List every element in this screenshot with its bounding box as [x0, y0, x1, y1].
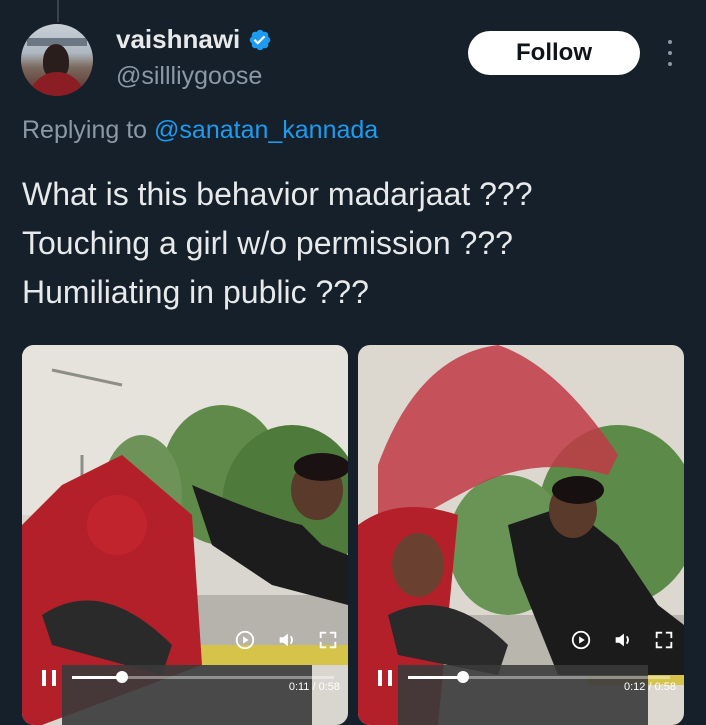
volume-icon[interactable] — [612, 629, 634, 651]
tweet-text-line: What is this behavior madarjaat ??? — [22, 176, 533, 212]
video-progress-handle[interactable] — [457, 671, 470, 683]
video-progress-handle[interactable] — [115, 671, 128, 683]
volume-icon[interactable] — [276, 629, 298, 651]
fullscreen-icon[interactable] — [317, 629, 339, 651]
fullscreen-icon[interactable] — [653, 629, 675, 651]
tweet-text: What is this behavior madarjaat ??? Touc… — [22, 170, 532, 317]
replay-icon[interactable] — [234, 629, 256, 651]
video-progress-track[interactable] — [408, 676, 670, 679]
video-progress-fill — [408, 676, 464, 679]
reply-context: Replying to @sanatan_kannada — [22, 116, 378, 145]
tweet-text-line: Humiliating in public ??? — [22, 274, 369, 310]
display-name[interactable]: vaishnawi — [116, 24, 240, 55]
author-name-row[interactable]: vaishnawi — [116, 24, 272, 55]
replay-icon[interactable] — [570, 629, 592, 651]
reply-mention-link[interactable]: @sanatan_kannada — [154, 116, 378, 144]
pause-icon[interactable] — [42, 670, 56, 686]
video-frame-1 — [22, 345, 348, 725]
verified-badge-icon — [250, 29, 271, 50]
video-progress-fill — [72, 676, 122, 679]
pause-icon[interactable] — [378, 670, 392, 686]
video-progress-track[interactable] — [72, 676, 334, 679]
author-handle[interactable]: @sillliygoose — [116, 62, 262, 91]
video-frame-2 — [358, 345, 684, 725]
video-time-label: 0:12 / 0:58 — [624, 681, 676, 693]
video-player-1[interactable]: 0:11 / 0:58 — [22, 345, 348, 725]
reply-prefix: Replying to — [22, 116, 155, 144]
avatar[interactable] — [21, 24, 93, 96]
follow-button[interactable]: Follow — [468, 31, 640, 75]
more-options-icon[interactable] — [660, 38, 680, 68]
thread-connector-line — [57, 0, 59, 22]
video-time-label: 0:11 / 0:58 — [288, 681, 340, 693]
video-player-2[interactable]: 0:12 / 0:58 — [358, 345, 684, 725]
tweet-text-line: Touching a girl w/o permission ??? — [22, 225, 513, 261]
